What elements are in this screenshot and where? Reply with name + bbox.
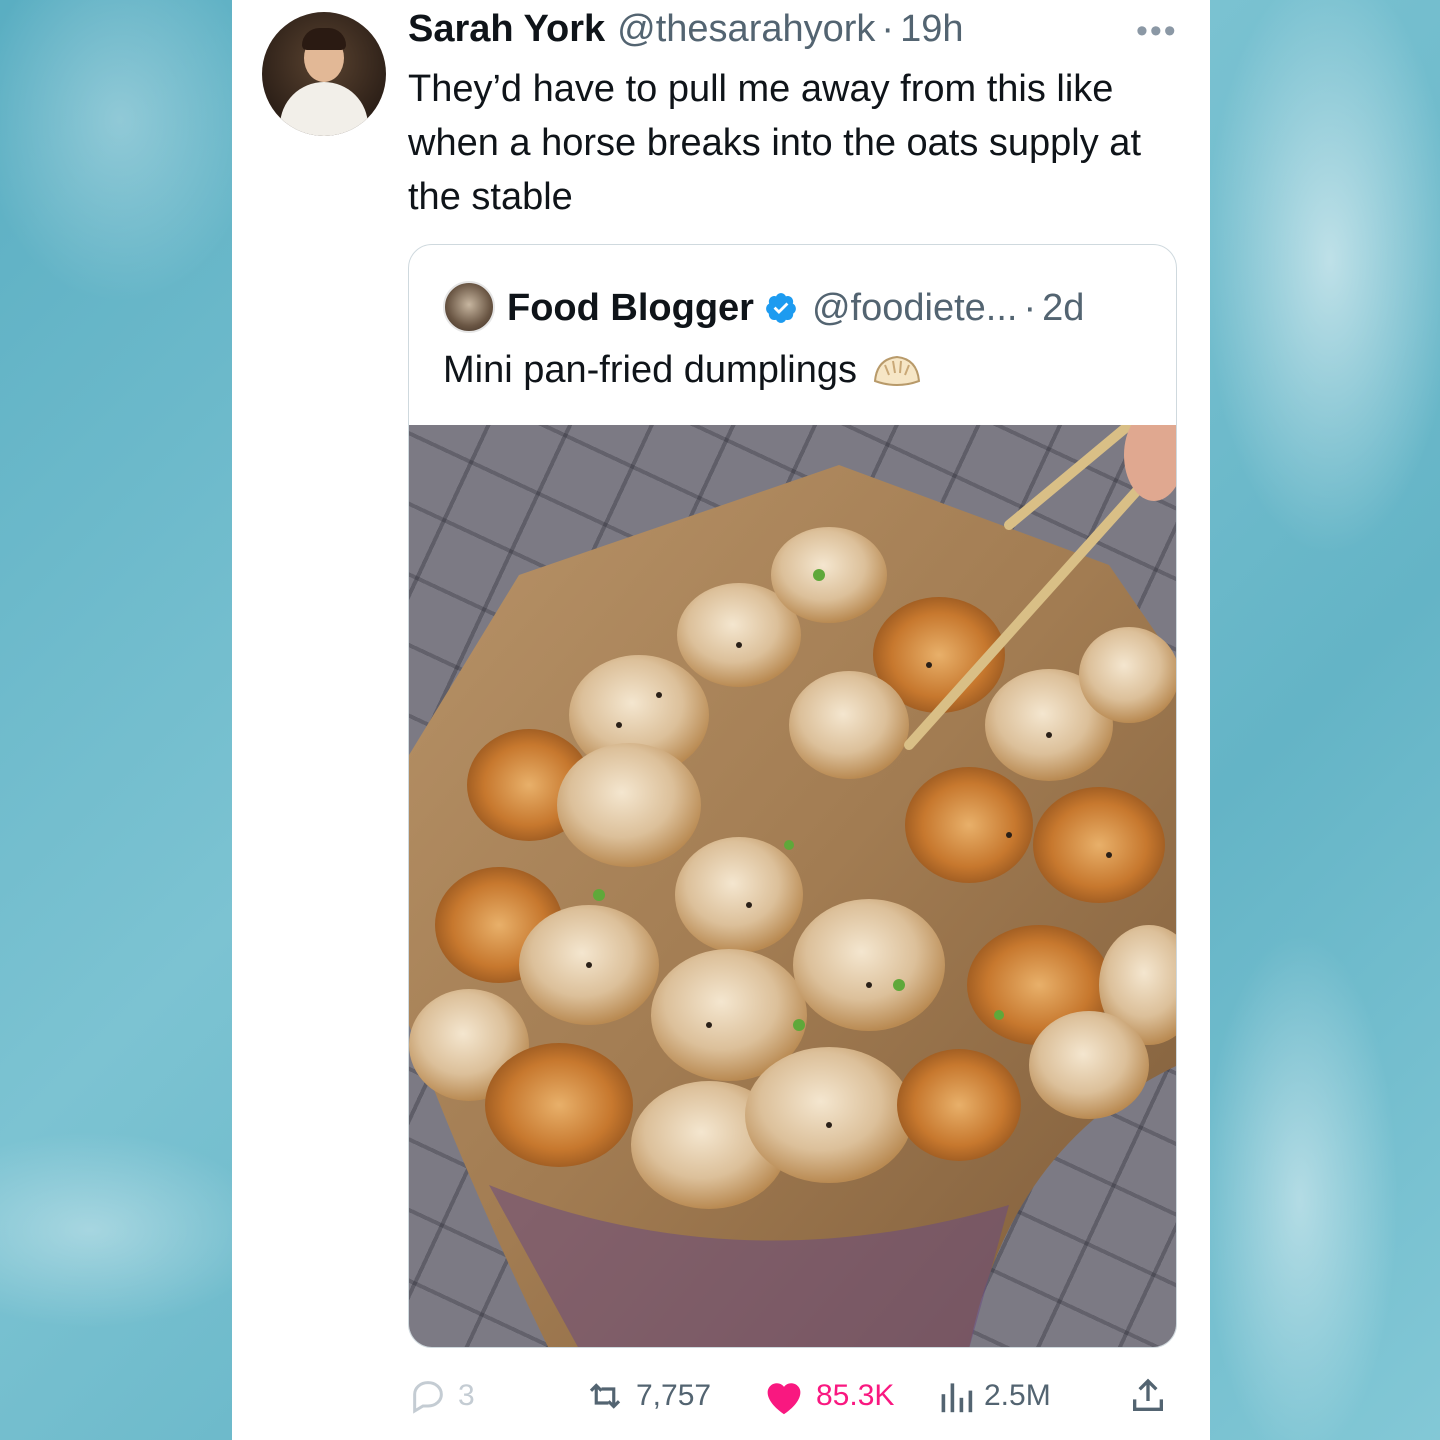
tweet-time[interactable]: 19h [900, 8, 963, 51]
verified-badge-icon [766, 293, 796, 323]
quoted-tweet[interactable]: Food Blogger @foodiete... · 2d Mini pan-… [408, 244, 1177, 1348]
like-button[interactable]: 85.3K [762, 1368, 894, 1424]
retweet-button[interactable]: 7,757 [584, 1368, 711, 1424]
quoted-text-row: Mini pan-fried dumplings [443, 349, 923, 392]
tweet-header: Sarah York @thesarahyork · 19h [408, 8, 963, 54]
separator-dot: · [1023, 286, 1037, 329]
quoted-time[interactable]: 2d [1042, 287, 1084, 330]
tweet-card[interactable]: Sarah York @thesarahyork · 19h ••• They’… [232, 0, 1210, 1440]
quoted-author-avatar[interactable] [443, 281, 495, 333]
share-button[interactable] [1128, 1368, 1178, 1424]
views-count: 2.5M [984, 1379, 1051, 1412]
like-count: 85.3K [816, 1379, 895, 1412]
dumpling-emoji-icon [873, 355, 921, 386]
reply-count: 3 [458, 1379, 475, 1412]
tweet-text: They’d have to pull me away from this li… [408, 68, 1142, 218]
dumplings-illustration [409, 425, 1176, 1347]
heart-icon [767, 1383, 801, 1415]
views-button[interactable]: 2.5M [938, 1368, 1051, 1424]
dumplings-photo[interactable] [409, 425, 1176, 1347]
quoted-author-name[interactable]: Food Blogger [507, 287, 754, 330]
retweet-icon [589, 1383, 621, 1409]
quoted-text: Mini pan-fried dumplings [443, 349, 857, 391]
quoted-author-handle[interactable]: @foodiete... [812, 287, 1017, 330]
author-handle[interactable]: @thesarahyork [617, 8, 875, 51]
reply-button[interactable]: 3 [408, 1368, 475, 1424]
reply-icon [413, 1381, 443, 1414]
retweet-count: 7,757 [636, 1379, 712, 1412]
separator-dot: · [881, 8, 895, 50]
tweet-actions: 3 7,757 85.3K 2.5M [232, 1368, 1210, 1428]
author-name[interactable]: Sarah York [408, 8, 605, 51]
share-icon [1133, 1378, 1163, 1411]
more-horizontal-icon[interactable]: ••• [1136, 12, 1178, 51]
author-avatar[interactable] [262, 12, 386, 136]
views-icon [941, 1383, 973, 1413]
quoted-header: Food Blogger @foodiete... · 2d [507, 283, 1084, 333]
